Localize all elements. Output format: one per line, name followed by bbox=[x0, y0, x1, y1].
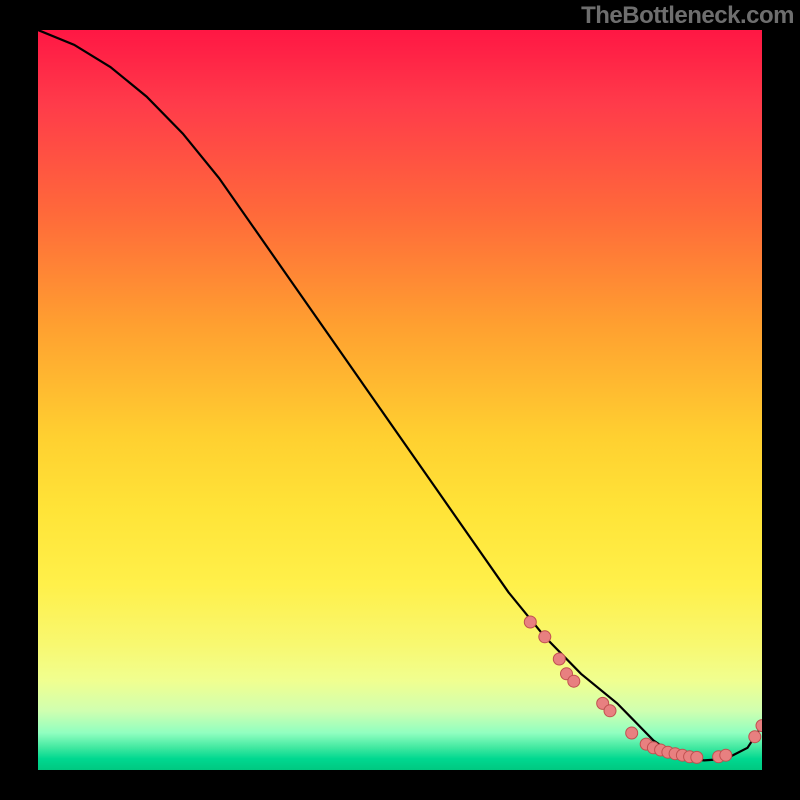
data-markers bbox=[524, 616, 762, 763]
chart-svg bbox=[38, 30, 762, 770]
data-point-marker bbox=[524, 616, 536, 628]
data-point-marker bbox=[604, 705, 616, 717]
bottleneck-curve bbox=[38, 30, 762, 760]
data-point-marker bbox=[539, 631, 551, 643]
data-point-marker bbox=[626, 727, 638, 739]
data-point-marker bbox=[691, 751, 703, 763]
data-point-marker bbox=[568, 675, 580, 687]
data-point-marker bbox=[553, 653, 565, 665]
data-point-marker bbox=[720, 749, 732, 761]
data-point-marker bbox=[756, 720, 762, 732]
watermark-text: TheBottleneck.com bbox=[581, 2, 794, 30]
data-point-marker bbox=[749, 731, 761, 743]
curve-line bbox=[38, 30, 762, 760]
